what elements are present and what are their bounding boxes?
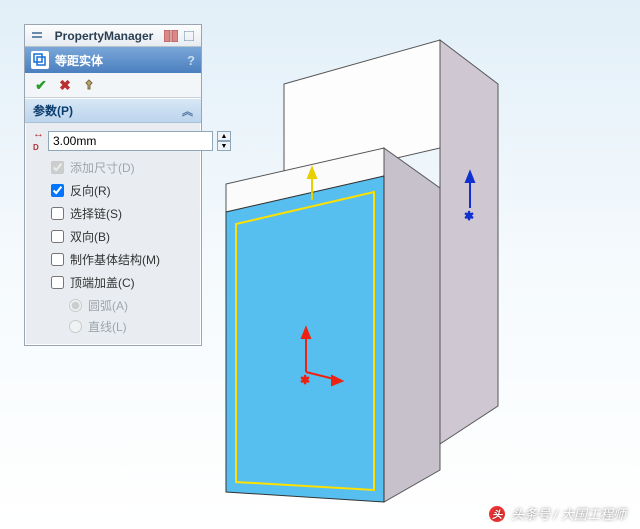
dimension-icon: ↔D bbox=[33, 129, 44, 153]
cancel-button[interactable]: ✖ bbox=[57, 77, 73, 93]
select-chain-checkbox-row[interactable]: 选择链(S) bbox=[33, 205, 193, 222]
reverse-checkbox[interactable] bbox=[51, 184, 64, 197]
help-icon[interactable]: ? bbox=[187, 53, 195, 68]
base-construction-label: 制作基体结构(M) bbox=[70, 251, 160, 268]
arc-radio bbox=[69, 299, 82, 312]
property-manager-panel: PropertyManager 等距实体 ? ✔ ✖ 参数(P) ︽ ↔D ▲ bbox=[24, 24, 202, 346]
offset-entities-icon bbox=[31, 51, 49, 69]
watermark-logo-icon: 头 bbox=[489, 506, 505, 522]
base-construction-checkbox-row[interactable]: 制作基体结构(M) bbox=[33, 251, 193, 268]
chevron-up-icon: ︽ bbox=[182, 103, 193, 119]
line-radio bbox=[69, 320, 82, 333]
spin-down-button[interactable]: ▼ bbox=[217, 141, 231, 151]
feature-header: 等距实体 ? bbox=[25, 47, 201, 73]
offset-distance-input[interactable] bbox=[48, 131, 213, 151]
cap-ends-radio-group: 圆弧(A) 直线(L) bbox=[33, 297, 193, 335]
panel-layout-icon[interactable] bbox=[163, 28, 179, 44]
base-construction-checkbox[interactable] bbox=[51, 253, 64, 266]
line-radio-row: 直线(L) bbox=[69, 318, 193, 335]
cap-ends-label: 顶端加盖(C) bbox=[70, 274, 135, 291]
action-bar: ✔ ✖ bbox=[25, 73, 201, 98]
add-dimensions-checkbox bbox=[51, 161, 64, 174]
svg-text:✶: ✶ bbox=[464, 209, 474, 223]
panel-title: PropertyManager bbox=[47, 29, 161, 43]
cap-ends-checkbox-row[interactable]: 顶端加盖(C) bbox=[33, 274, 193, 291]
bidirectional-label: 双向(B) bbox=[70, 228, 110, 245]
reverse-checkbox-row[interactable]: 反向(R) bbox=[33, 182, 193, 199]
bidirectional-checkbox[interactable] bbox=[51, 230, 64, 243]
distance-spinner: ▲ ▼ bbox=[217, 131, 231, 151]
ok-button[interactable]: ✔ bbox=[33, 77, 49, 93]
watermark-text: 头条号 / 大国工程师 bbox=[511, 504, 626, 523]
line-label: 直线(L) bbox=[88, 318, 127, 335]
svg-text:✶: ✶ bbox=[300, 373, 310, 387]
arc-radio-row: 圆弧(A) bbox=[69, 297, 193, 314]
select-chain-checkbox[interactable] bbox=[51, 207, 64, 220]
arc-label: 圆弧(A) bbox=[88, 297, 128, 314]
panel-collapse-icon[interactable] bbox=[181, 28, 197, 44]
pin-button[interactable] bbox=[81, 77, 97, 93]
bidirectional-checkbox-row[interactable]: 双向(B) bbox=[33, 228, 193, 245]
offset-distance-row: ↔D ▲ ▼ bbox=[33, 129, 193, 153]
select-chain-label: 选择链(S) bbox=[70, 205, 122, 222]
add-dimensions-label: 添加尺寸(D) bbox=[70, 159, 135, 176]
panel-titlebar: PropertyManager bbox=[25, 25, 201, 47]
feature-name: 等距实体 bbox=[55, 52, 103, 69]
reverse-label: 反向(R) bbox=[70, 182, 111, 199]
spin-up-button[interactable]: ▲ bbox=[217, 131, 231, 141]
params-section-body: ↔D ▲ ▼ 添加尺寸(D) 反向(R) 选择链(S) 双向(B) 制作基体结构… bbox=[25, 123, 201, 345]
add-dimensions-checkbox-row: 添加尺寸(D) bbox=[33, 159, 193, 176]
params-header-label: 参数(P) bbox=[33, 102, 73, 119]
params-section-header[interactable]: 参数(P) ︽ bbox=[25, 98, 201, 123]
watermark: 头 头条号 / 大国工程师 bbox=[489, 504, 626, 523]
panel-menu-icon[interactable] bbox=[29, 28, 45, 44]
cap-ends-checkbox[interactable] bbox=[51, 276, 64, 289]
